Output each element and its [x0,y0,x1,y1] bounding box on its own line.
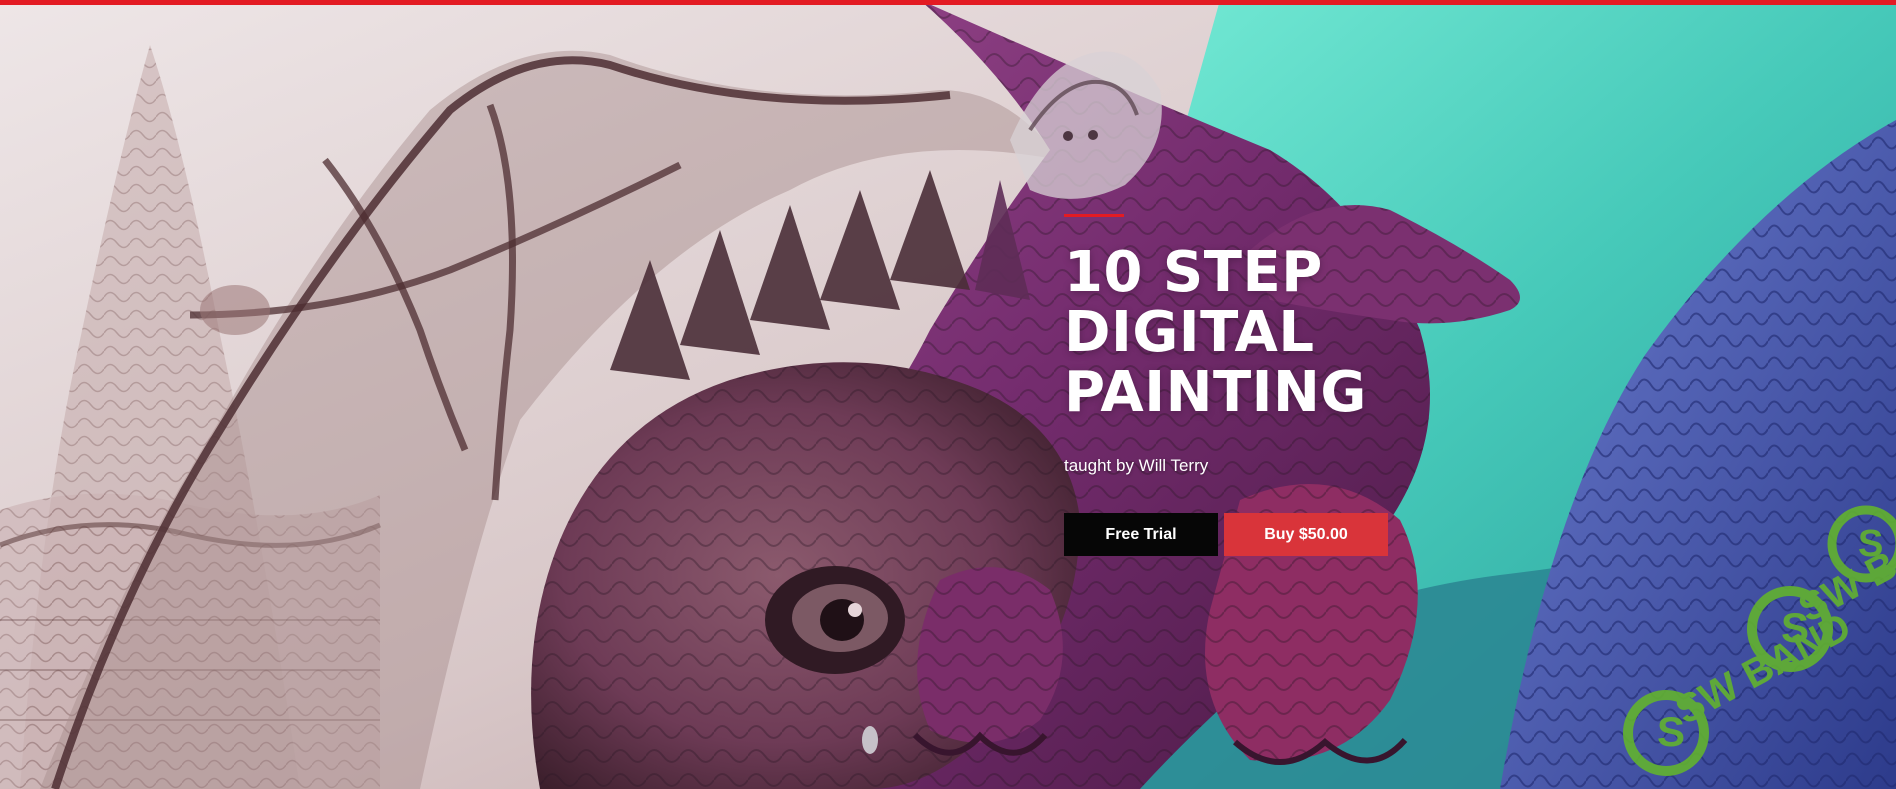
title-accent-line [1064,214,1124,217]
course-title-line: DIGITAL [1064,300,1315,365]
top-accent-strip [0,0,1896,5]
course-intro: 10 STEP DIGITAL PAINTING taught by Will … [1064,214,1484,556]
course-title-line: 10 STEP [1064,240,1323,305]
course-hero: 10 STEP DIGITAL PAINTING taught by Will … [0,0,1896,789]
course-actions: Free Trial Buy $50.00 [1064,513,1484,556]
course-title: 10 STEP DIGITAL PAINTING [1064,243,1484,423]
dragon-artwork [0,0,1896,789]
buy-course-button[interactable]: Buy $50.00 [1224,513,1388,556]
free-trial-button[interactable]: Free Trial [1064,513,1218,556]
course-title-line: PAINTING [1064,360,1367,425]
instructor-text: taught by Will Terry [1064,456,1209,475]
